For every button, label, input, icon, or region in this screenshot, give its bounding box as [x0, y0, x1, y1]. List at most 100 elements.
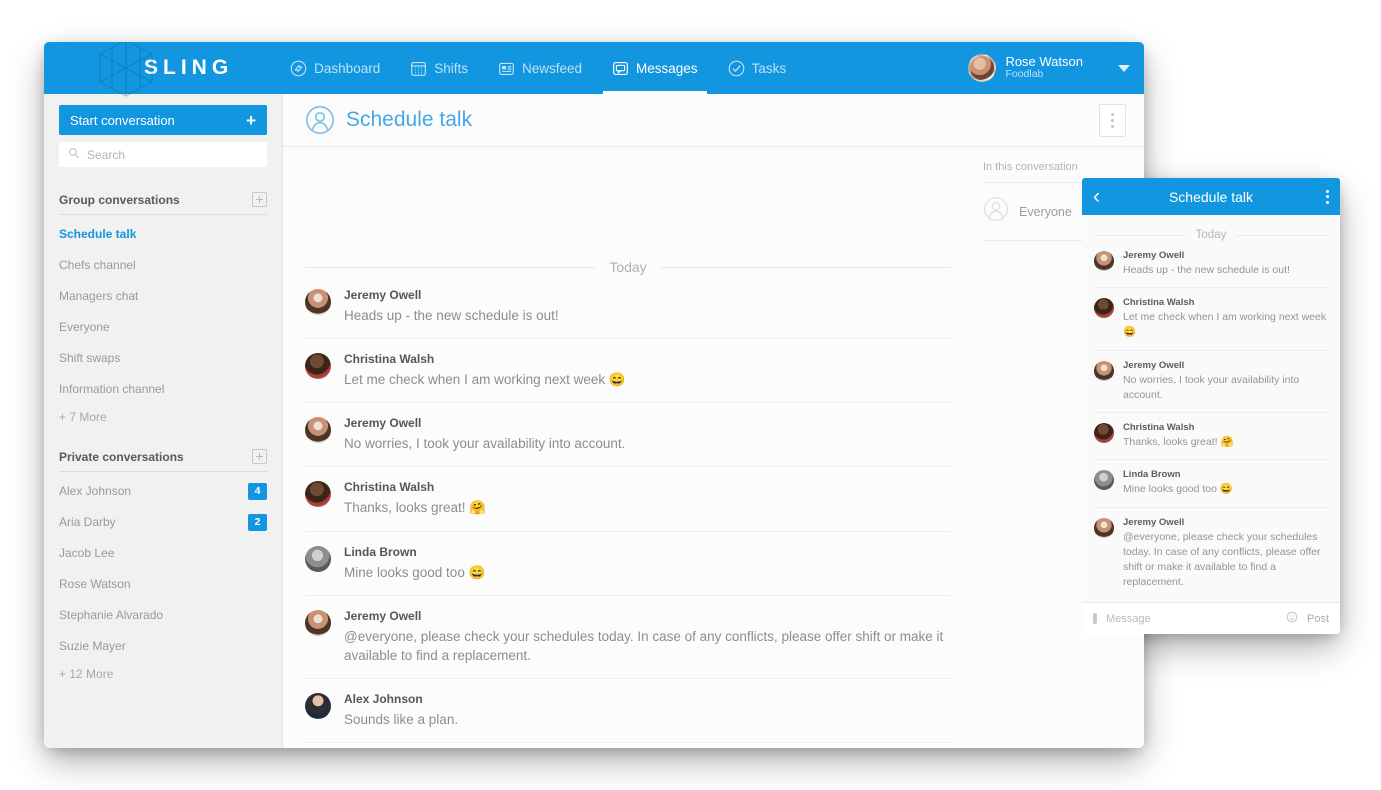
avatar	[305, 353, 331, 380]
avatar	[1094, 360, 1114, 381]
sidebar-item-alex-johnson[interactable]: Alex Johnson 4	[59, 479, 267, 503]
chat-columns: Today Jeremy Owell Heads up - the new sc…	[283, 147, 1144, 748]
sidebar-item-everyone[interactable]: Everyone	[59, 315, 267, 339]
message-author: Jeremy Owell	[344, 416, 422, 431]
message-text: Mine looks good too 😄	[1123, 483, 1233, 496]
sidebar-item-stephanie-alvarado[interactable]: Stephanie Alvarado	[59, 603, 267, 627]
search-input[interactable]: Search	[59, 142, 267, 167]
message-text: Let me check when I am working next week…	[1123, 311, 1327, 339]
start-conversation-label: Start conversation	[70, 112, 175, 128]
window-body: Start conversation + Search Group conver…	[44, 94, 1144, 748]
message-text: No worries, I took your availability int…	[344, 436, 626, 452]
nav-label: Newsfeed	[521, 60, 583, 76]
mobile-message-item: Linda Brown Mine looks good too 😄	[1094, 460, 1328, 508]
private-more-link[interactable]: + 12 More	[59, 667, 267, 681]
mobile-message-item: Jeremy Owell Heads up - the new schedule…	[1094, 241, 1328, 289]
group-avatar-icon	[305, 105, 335, 135]
add-private-conversation-icon[interactable]	[252, 449, 267, 464]
more-options-button[interactable]	[1099, 103, 1126, 137]
nav-item-tasks[interactable]: Tasks	[713, 42, 802, 94]
sidebar-item-jacob-lee[interactable]: Jacob Lee	[59, 541, 267, 565]
message-text: Mine looks good too 😄	[344, 564, 486, 580]
add-group-conversation-icon[interactable]	[252, 192, 267, 207]
mobile-message-item: Jeremy Owell No worries, I took your ava…	[1094, 351, 1328, 414]
message-item: Jeremy Owell No worries, I took your ava…	[305, 403, 951, 468]
user-menu[interactable]: Rose Watson Foodlab	[968, 54, 1144, 82]
back-chevron-icon[interactable]: ‹	[1093, 186, 1113, 207]
message-author: Jeremy Owell	[1123, 516, 1185, 528]
sidebar-item-aria-darby[interactable]: Aria Darby 2	[59, 510, 267, 534]
calendar-icon	[410, 60, 427, 77]
nav-item-messages[interactable]: Messages	[597, 42, 713, 94]
message-text: @everyone, please check your schedules t…	[1123, 530, 1321, 589]
start-conversation-button[interactable]: Start conversation +	[59, 105, 267, 135]
nav-item-shifts[interactable]: Shifts	[395, 42, 483, 94]
mobile-message-input[interactable]: Message	[1106, 613, 1277, 625]
message-body: Alex Johnson Sounds like a plan.	[344, 692, 458, 729]
plus-icon: +	[246, 110, 256, 130]
day-divider: Today	[305, 259, 952, 275]
message-body: Christina Walsh Thanks, looks great! 🤗	[344, 480, 486, 517]
nav-item-newsfeed[interactable]: Newsfeed	[483, 42, 597, 94]
nav-item-dashboard[interactable]: Dashboard	[275, 42, 395, 94]
message-item: Jeremy Owell @everyone, please check you…	[305, 596, 951, 680]
avatar	[305, 609, 331, 636]
mobile-message-body: Christina Walsh Thanks, looks great! 🤗	[1123, 422, 1234, 450]
conversation-label: Suzie Mayer	[59, 639, 126, 653]
newsfeed-icon	[498, 60, 515, 77]
message-text: Thanks, looks great! 🤗	[1123, 436, 1234, 449]
group-more-link[interactable]: + 7 More	[59, 410, 267, 424]
sidebar-item-shift-swaps[interactable]: Shift swaps	[59, 346, 267, 370]
sidebar-item-rose-watson[interactable]: Rose Watson	[59, 572, 267, 596]
mobile-message-body: Jeremy Owell No worries, I took your ava…	[1123, 360, 1328, 403]
mobile-app-window: ‹ Schedule talk Today Jeremy Owell Heads…	[1082, 178, 1340, 634]
avatar	[1094, 470, 1114, 491]
sling-logo-mark-icon	[90, 42, 162, 100]
message-item: Suzie Mayer Deal!	[305, 743, 951, 748]
top-navigation-bar: SLING Dashboard Shifts Newsfeed Messages…	[44, 42, 1144, 97]
conversation-label: Alex Johnson	[59, 484, 132, 498]
message-text: Thanks, looks great! 🤗	[344, 500, 487, 516]
day-label: Today	[1195, 229, 1227, 241]
group-avatar-icon	[983, 196, 1009, 227]
emoji-icon[interactable]	[1286, 610, 1298, 628]
more-vertical-icon[interactable]	[1309, 189, 1329, 204]
sidebar-item-information-channel[interactable]: Information channel	[59, 377, 267, 401]
avatar	[305, 545, 331, 572]
sidebar-item-chefs-channel[interactable]: Chefs channel	[59, 253, 267, 277]
desktop-app-window: SLING Dashboard Shifts Newsfeed Messages…	[44, 42, 1144, 748]
screenshot-stage: SLING Dashboard Shifts Newsfeed Messages…	[0, 0, 1381, 790]
mobile-post-button[interactable]: Post	[1307, 613, 1329, 625]
conversations-sidebar: Start conversation + Search Group conver…	[44, 94, 282, 748]
mobile-message-body: Linda Brown Mine looks good too 😄	[1123, 469, 1233, 497]
section-title: Group conversations	[59, 192, 180, 207]
avatar	[1094, 251, 1114, 271]
sidebar-item-schedule-talk[interactable]: Schedule talk	[59, 222, 267, 246]
conversation-label: Rose Watson	[59, 577, 131, 591]
mobile-composer: Message Post	[1082, 602, 1340, 634]
nav-label: Messages	[636, 60, 698, 76]
chevron-down-icon[interactable]	[1118, 64, 1130, 72]
nav-label: Dashboard	[314, 60, 381, 76]
sidebar-item-managers-chat[interactable]: Managers chat	[59, 284, 267, 308]
divider-line-right	[660, 266, 952, 268]
mobile-page-title: Schedule talk	[1168, 188, 1254, 205]
message-item: Linda Brown Mine looks good too 😄	[305, 532, 951, 596]
day-label: Today	[609, 259, 647, 275]
message-author: Linda Brown	[1123, 469, 1181, 481]
mobile-message-item: Jeremy Owell @everyone, please check you…	[1094, 508, 1328, 600]
search-placeholder: Search	[87, 147, 126, 162]
message-author: Christina Walsh	[344, 352, 435, 367]
sidebar-item-suzie-mayer[interactable]: Suzie Mayer	[59, 634, 267, 658]
user-identity: Rose Watson Foodlab	[1005, 54, 1083, 81]
message-author: Jeremy Owell	[344, 288, 422, 302]
message-item: Christina Walsh Let me check when I am w…	[305, 339, 951, 404]
message-body: Christina Walsh Let me check when I am w…	[344, 352, 626, 389]
message-author: Linda Brown	[344, 544, 417, 559]
avatar	[305, 693, 331, 720]
message-item: Christina Walsh Thanks, looks great! 🤗	[305, 467, 951, 532]
message-text: Heads up - the new schedule is out!	[1123, 264, 1290, 276]
mobile-message-item: Christina Walsh Thanks, looks great! 🤗	[1094, 413, 1328, 461]
mobile-day-divider: Today	[1094, 229, 1328, 241]
message-text: Heads up - the new schedule is out!	[344, 308, 559, 323]
